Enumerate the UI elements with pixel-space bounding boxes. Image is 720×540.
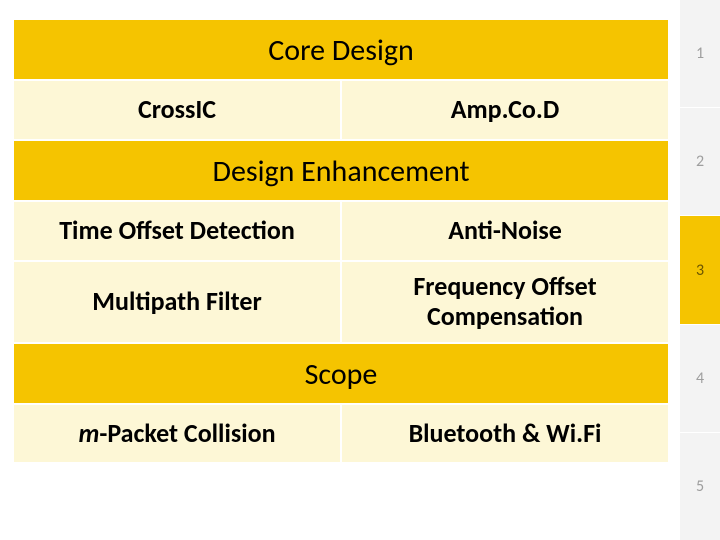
- core-design-row: CrossIC Amp.Co.D: [14, 81, 668, 141]
- section-design-enhancement-header: Design Enhancement: [14, 141, 668, 202]
- cell-anti-noise: Anti-Noise: [342, 202, 668, 260]
- section-core-design-header: Core Design: [14, 20, 668, 81]
- page-tab-2[interactable]: 2: [680, 108, 720, 216]
- m-italic-prefix: m: [78, 417, 99, 449]
- cell-multipath-filter: Multipath Filter: [14, 262, 342, 342]
- enhancement-row-1: Time Offset Detection Anti-Noise: [14, 202, 668, 262]
- scope-row: m-Packet Collision Bluetooth & Wi.Fi: [14, 405, 668, 465]
- cell-time-offset-detection: Time Offset Detection: [14, 202, 342, 260]
- cell-bluetooth-wifi: Bluetooth & Wi.Fi: [342, 405, 668, 463]
- cell-ampcod: Amp.Co.D: [342, 81, 668, 139]
- page-tab-4[interactable]: 4: [680, 325, 720, 433]
- cell-frequency-offset-compensation: Frequency Offset Compensation: [342, 262, 668, 342]
- section-scope-header: Scope: [14, 344, 668, 405]
- page-tab-1[interactable]: 1: [680, 0, 720, 108]
- enhancement-row-2: Multipath Filter Frequency Offset Compen…: [14, 262, 668, 344]
- cell-m-packet-collision: m-Packet Collision: [14, 405, 342, 463]
- cell-crossic: CrossIC: [14, 81, 342, 139]
- page-indicator-rail: 1 2 3 4 5: [680, 0, 720, 540]
- outline-table: Core Design CrossIC Amp.Co.D Design Enha…: [14, 20, 668, 464]
- m-packet-rest: -Packet Collision: [99, 417, 275, 449]
- page-tab-5[interactable]: 5: [680, 433, 720, 540]
- page-tab-3[interactable]: 3: [680, 216, 720, 324]
